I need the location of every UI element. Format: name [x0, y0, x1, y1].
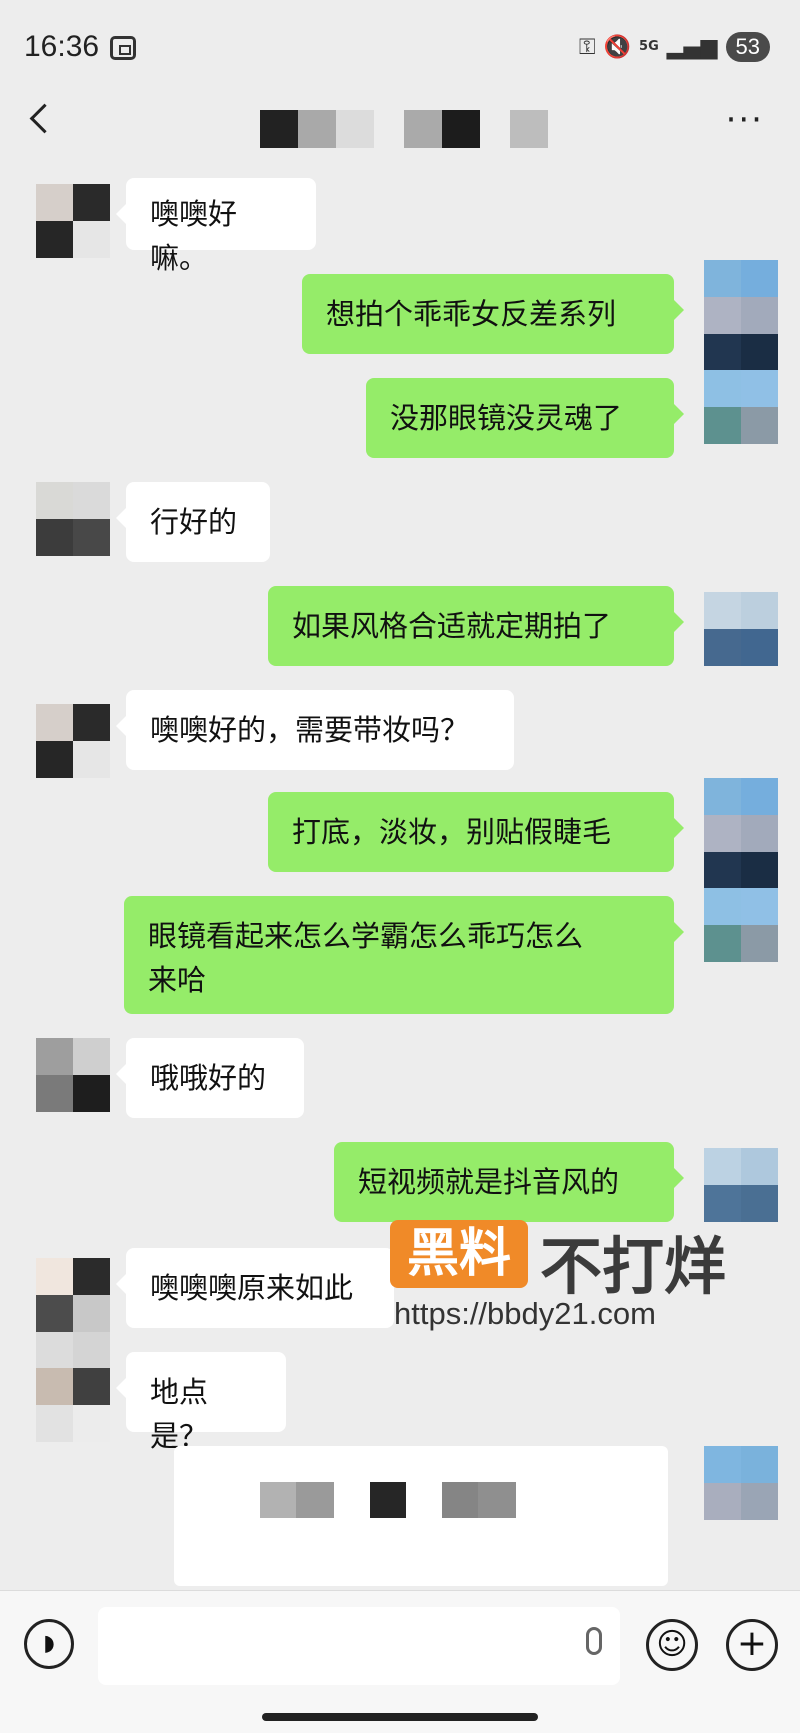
status-bar: 16:36 ⚿ 🔇 5G ▂▄▆ 53 [0, 0, 800, 96]
chat-header: ··· [0, 96, 800, 162]
my-avatar[interactable] [704, 1148, 778, 1222]
message-bubble-incoming[interactable]: 地点是？ [116, 1352, 286, 1453]
message-bubble-outgoing[interactable]: 没那眼镜没灵魂了 [366, 378, 684, 458]
contact-avatar[interactable] [36, 184, 110, 258]
input-bar: ◗ ☺ + [0, 1590, 800, 1733]
message-bubble-incoming[interactable]: 噢噢好嘛。 [116, 178, 316, 275]
my-avatar[interactable] [704, 260, 778, 444]
mute-icon: 🔇 [603, 34, 632, 60]
message-bubble-incoming[interactable]: 行好的 [116, 482, 270, 562]
message-bubble-incoming[interactable]: 哦哦好的 [116, 1038, 304, 1118]
network-label: 5G [639, 39, 659, 54]
status-time: 16:36 [24, 30, 100, 63]
key-icon: ⚿ [578, 34, 596, 60]
my-avatar[interactable] [704, 592, 778, 666]
my-avatar[interactable] [704, 1446, 778, 1520]
home-indicator[interactable] [262, 1713, 538, 1721]
contact-avatar[interactable] [36, 1038, 110, 1112]
contact-avatar[interactable] [36, 704, 110, 778]
chat-title-redacted [260, 110, 548, 148]
message-bubble-incoming[interactable]: 噢噢噢原来如此 [116, 1248, 394, 1328]
more-icon[interactable]: ··· [726, 100, 764, 140]
message-bubble-outgoing[interactable]: 短视频就是抖音风的 [334, 1142, 684, 1222]
status-icons: ⚿ 🔇 5G ▂▄▆ 53 [579, 32, 770, 62]
message-bubble-outgoing[interactable]: 想拍个乖乖女反差系列 [302, 274, 684, 354]
message-input[interactable] [98, 1607, 620, 1685]
message-bubble-incoming[interactable]: 噢噢好的，需要带妆吗？ [116, 690, 514, 770]
voice-icon[interactable]: ◗ [24, 1619, 74, 1669]
contact-avatar[interactable] [36, 1258, 110, 1442]
watermark-text: 不打烊 [540, 1230, 727, 1303]
contact-avatar[interactable] [36, 482, 110, 556]
message-bubble-outgoing[interactable]: 如果风格合适就定期拍了 [268, 586, 684, 666]
back-icon[interactable] [29, 103, 60, 134]
plus-icon[interactable]: + [726, 1619, 778, 1671]
signal-icon: ▂▄▆ [666, 34, 718, 60]
message-bubble-outgoing[interactable]: 眼镜看起来怎么学霸怎么乖巧怎么 来哈 [124, 896, 684, 1014]
watermark-url: https://bbdy21.com [394, 1296, 656, 1331]
emoji-icon[interactable]: ☺ [646, 1619, 698, 1671]
mic-icon[interactable] [586, 1627, 602, 1655]
message-bubble-outgoing[interactable]: 打底，淡妆，别贴假睫毛 [268, 792, 684, 872]
message-bubble-redacted[interactable] [174, 1446, 668, 1586]
redacted-content [260, 1482, 516, 1518]
my-avatar[interactable] [704, 778, 778, 962]
watermark-badge: 黑料 [390, 1220, 528, 1288]
battery-level: 53 [725, 32, 770, 62]
scan-icon [110, 36, 136, 60]
